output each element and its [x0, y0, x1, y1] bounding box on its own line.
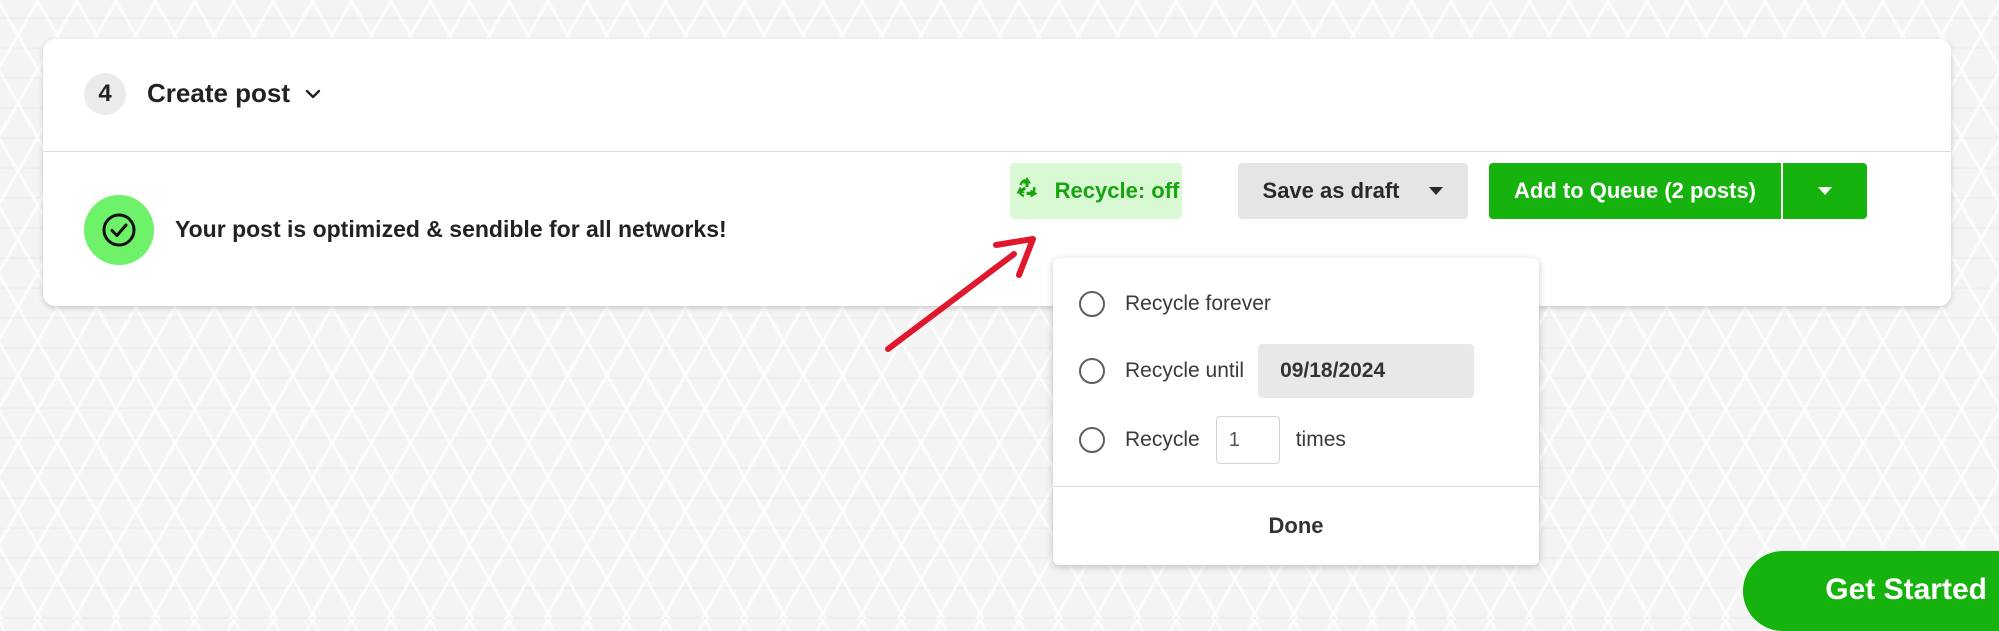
recycle-toggle-button[interactable]: Recycle: off — [1010, 163, 1182, 219]
recycle-times-suffix: times — [1295, 428, 1346, 451]
recycle-icon — [1013, 174, 1041, 208]
add-to-queue-button[interactable]: Add to Queue (2 posts) — [1489, 163, 1781, 219]
step-number-badge: 4 — [84, 73, 126, 115]
recycle-until-option[interactable]: Recycle until 09/18/2024 — [1079, 344, 1475, 398]
get-started-button[interactable]: Get Started — [1743, 551, 1999, 631]
recycle-forever-option[interactable]: Recycle forever — [1079, 291, 1271, 317]
recycle-button-label: Recycle: off — [1054, 178, 1180, 203]
caret-down-icon — [1429, 187, 1444, 195]
recycle-times-option[interactable]: Recycle 1 times — [1079, 416, 1346, 464]
recycle-forever-radio[interactable] — [1079, 291, 1105, 317]
check-circle-icon — [84, 195, 154, 265]
recycle-until-radio[interactable] — [1079, 358, 1105, 384]
recycle-times-prefix: Recycle — [1125, 428, 1200, 451]
add-to-queue-label: Add to Queue (2 posts) — [1514, 178, 1756, 203]
caret-down-icon — [1818, 187, 1832, 195]
recycle-forever-label: Recycle forever — [1125, 292, 1271, 315]
create-post-toggle[interactable]: Create post — [147, 78, 322, 109]
status-message: Your post is optimized & sendible for al… — [175, 216, 727, 242]
recycle-times-input[interactable]: 1 — [1215, 416, 1280, 464]
save-draft-button[interactable]: Save as draft — [1238, 163, 1468, 219]
queue-options-button[interactable] — [1783, 163, 1867, 219]
create-post-header: 4 Create post — [43, 39, 1951, 152]
step-title: Create post — [147, 78, 291, 108]
recycle-until-date-field[interactable]: 09/18/2024 — [1258, 344, 1475, 398]
save-draft-label: Save as draft — [1262, 178, 1400, 203]
chevron-down-icon — [304, 85, 322, 103]
recycle-until-label: Recycle until — [1125, 359, 1245, 382]
recycle-times-radio[interactable] — [1079, 427, 1105, 453]
recycle-options-dropdown: Recycle forever Recycle until 09/18/2024… — [1053, 258, 1539, 565]
done-button[interactable]: Done — [1053, 487, 1539, 565]
